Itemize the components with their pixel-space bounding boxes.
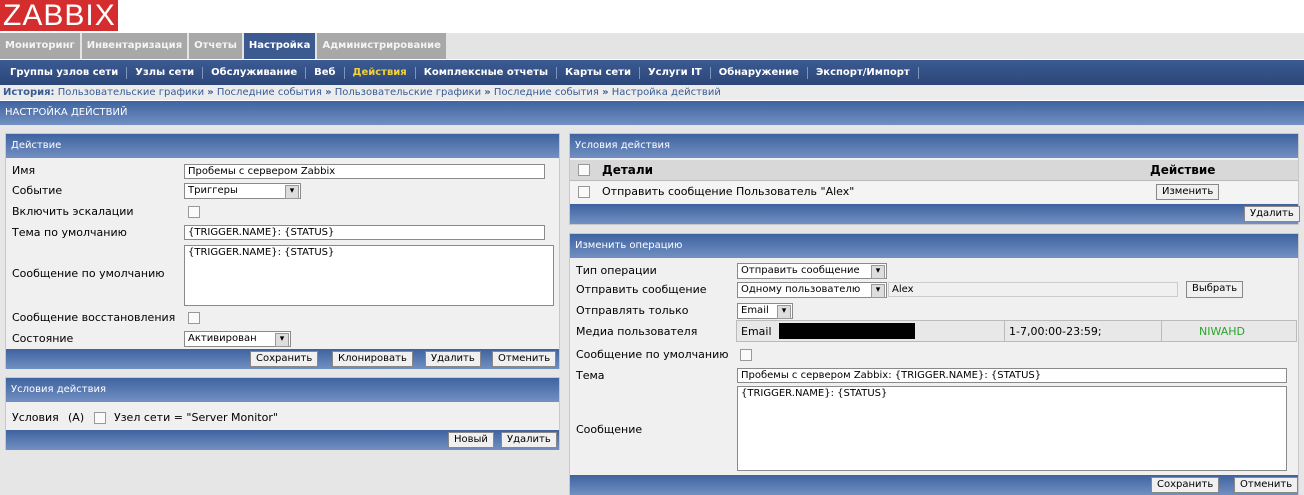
- col-action: Действие: [1150, 163, 1216, 177]
- operations-panel: Условия действия Детали Действие Отправи…: [569, 133, 1300, 225]
- tab-administration[interactable]: Администрирование: [317, 33, 446, 59]
- status-select[interactable]: Активирован: [184, 331, 291, 347]
- save-operation-button[interactable]: Сохранить: [1151, 477, 1220, 493]
- clone-button[interactable]: Клонировать: [332, 351, 413, 367]
- breadcrumb-item[interactable]: Пользовательские графики: [58, 87, 204, 98]
- media-period: 1-7,00:00-23:59;: [1009, 325, 1102, 338]
- operations-table-header: Детали Действие: [570, 160, 1298, 181]
- divider: [1004, 321, 1005, 341]
- operations-buttons-bar: Удалить: [570, 204, 1300, 224]
- tab-monitoring[interactable]: Мониторинг: [0, 33, 80, 59]
- conditions-panel-title: Условия действия: [6, 378, 559, 402]
- save-button[interactable]: Сохранить: [250, 351, 319, 367]
- sub-menu: Группы узлов сети Узлы сети Обслуживание…: [0, 60, 1304, 85]
- col-details: Детали: [602, 163, 654, 177]
- recovery-checkbox[interactable]: [188, 312, 200, 324]
- edit-operation-title: Изменить операцию: [570, 234, 1298, 258]
- escalation-label: Включить эскалации: [12, 205, 134, 218]
- breadcrumb-sep: »: [484, 87, 491, 98]
- action-panel-title: Действие: [6, 134, 559, 158]
- action-buttons-bar: Сохранить Клонировать Удалить Отменить: [6, 349, 559, 369]
- conditions-buttons-bar: Новый Удалить: [6, 430, 559, 450]
- submenu-host-groups[interactable]: Группы узлов сети: [2, 66, 128, 79]
- media-severity: NIWAHD: [1199, 325, 1246, 338]
- redacted-address: [779, 323, 915, 339]
- event-label: Событие: [12, 184, 63, 197]
- message-textarea[interactable]: {TRIGGER.NAME}: {STATUS}: [184, 245, 554, 306]
- user-input[interactable]: Alex: [888, 282, 1178, 297]
- op-message-textarea[interactable]: {TRIGGER.NAME}: {STATUS}: [737, 386, 1287, 471]
- submenu-hosts[interactable]: Узлы сети: [127, 66, 204, 79]
- page-title: НАСТРОЙКА ДЕЙСТВИЙ: [0, 101, 1304, 125]
- row-checkbox[interactable]: [578, 186, 590, 198]
- media-type: Email: [741, 325, 772, 338]
- delete-condition-button[interactable]: Удалить: [501, 432, 557, 448]
- breadcrumb-item[interactable]: Последние события: [217, 87, 322, 98]
- divider: [1161, 321, 1162, 341]
- select-user-button[interactable]: Выбрать: [1186, 281, 1244, 298]
- conditions-panel: Условия действия Условия (A) Узел сети =…: [5, 377, 560, 450]
- breadcrumb-sep: »: [325, 87, 332, 98]
- event-select[interactable]: Триггеры: [184, 183, 301, 199]
- delete-operation-button[interactable]: Удалить: [1244, 206, 1300, 222]
- user-media-label: Медиа пользователя: [576, 325, 698, 338]
- send-to-select[interactable]: Одному пользователю: [737, 282, 887, 298]
- operation-type-label: Тип операции: [576, 264, 657, 277]
- edit-operation-buttons-bar: Сохранить Отменить: [570, 475, 1299, 495]
- action-panel: Действие Имя Пробемы с сервером Zabbix С…: [5, 133, 560, 369]
- submenu-maintenance[interactable]: Обслуживание: [203, 66, 307, 79]
- send-only-select[interactable]: Email: [737, 303, 793, 319]
- name-input[interactable]: Пробемы с сервером Zabbix: [184, 164, 545, 179]
- subject-label: Тема по умолчанию: [12, 226, 127, 239]
- submenu-maps[interactable]: Карты сети: [557, 66, 640, 79]
- recovery-label: Сообщение восстановления: [12, 311, 176, 324]
- user-media-row: Email 1-7,00:00-23:59; NIWAHD: [736, 320, 1297, 342]
- breadcrumb-sep: »: [602, 87, 609, 98]
- tab-configuration[interactable]: Настройка: [243, 33, 316, 59]
- new-condition-button[interactable]: Новый: [448, 432, 494, 448]
- edit-operation-panel: Изменить операцию Тип операции Отправить…: [569, 233, 1299, 495]
- send-to-label: Отправить сообщение: [576, 283, 707, 296]
- breadcrumb-item[interactable]: Настройка действий: [612, 87, 721, 98]
- default-message-checkbox[interactable]: [740, 349, 752, 361]
- cancel-operation-button[interactable]: Отменить: [1234, 477, 1299, 493]
- default-message-label: Сообщение по умолчанию: [576, 348, 729, 361]
- op-subject-label: Тема: [576, 369, 605, 382]
- cancel-button[interactable]: Отменить: [492, 351, 557, 367]
- submenu-actions[interactable]: Действия: [345, 66, 416, 79]
- condition-text: Узел сети = "Server Monitor": [114, 411, 278, 424]
- submenu-it-services[interactable]: Услуги IT: [640, 66, 711, 79]
- main-menu: Мониторинг Инвентаризация Отчеты Настрой…: [0, 33, 1304, 59]
- escalation-checkbox[interactable]: [188, 206, 200, 218]
- edit-operation-button[interactable]: Изменить: [1156, 184, 1220, 200]
- delete-button[interactable]: Удалить: [425, 351, 481, 367]
- breadcrumb-item[interactable]: Последние события: [494, 87, 599, 98]
- submenu-web[interactable]: Веб: [306, 66, 345, 79]
- zabbix-logo: ZABBIX: [0, 0, 118, 31]
- op-subject-input[interactable]: Пробемы с сервером Zabbix: {TRIGGER.NAME…: [737, 368, 1287, 383]
- message-label: Сообщение по умолчанию: [12, 267, 165, 280]
- condition-tag: (A): [68, 411, 85, 424]
- breadcrumb-sep: »: [207, 87, 214, 98]
- row-details: Отправить сообщение Пользователь "Alex": [602, 185, 855, 198]
- tab-reports[interactable]: Отчеты: [189, 33, 242, 59]
- breadcrumb-item[interactable]: Пользовательские графики: [335, 87, 481, 98]
- subject-input[interactable]: {TRIGGER.NAME}: {STATUS}: [184, 225, 545, 240]
- submenu-export-import[interactable]: Экспорт/Импорт: [808, 66, 919, 79]
- submenu-discovery[interactable]: Обнаружение: [711, 66, 808, 79]
- breadcrumb: История: Пользовательские графики » Посл…: [0, 85, 1304, 100]
- condition-checkbox[interactable]: [94, 412, 106, 424]
- submenu-screens[interactable]: Комплексные отчеты: [416, 66, 558, 79]
- tab-inventory[interactable]: Инвентаризация: [81, 33, 188, 59]
- status-label: Состояние: [12, 332, 74, 345]
- table-row: Отправить сообщение Пользователь "Alex" …: [570, 182, 1298, 203]
- conditions-label: Условия: [12, 411, 59, 424]
- op-message-label: Сообщение: [576, 423, 643, 436]
- name-label: Имя: [12, 164, 36, 177]
- send-only-label: Отправлять только: [576, 304, 689, 317]
- operation-type-select[interactable]: Отправить сообщение: [737, 263, 887, 279]
- operations-panel-title: Условия действия: [570, 134, 1298, 158]
- breadcrumb-label: История:: [3, 87, 55, 98]
- select-all-checkbox[interactable]: [578, 164, 590, 176]
